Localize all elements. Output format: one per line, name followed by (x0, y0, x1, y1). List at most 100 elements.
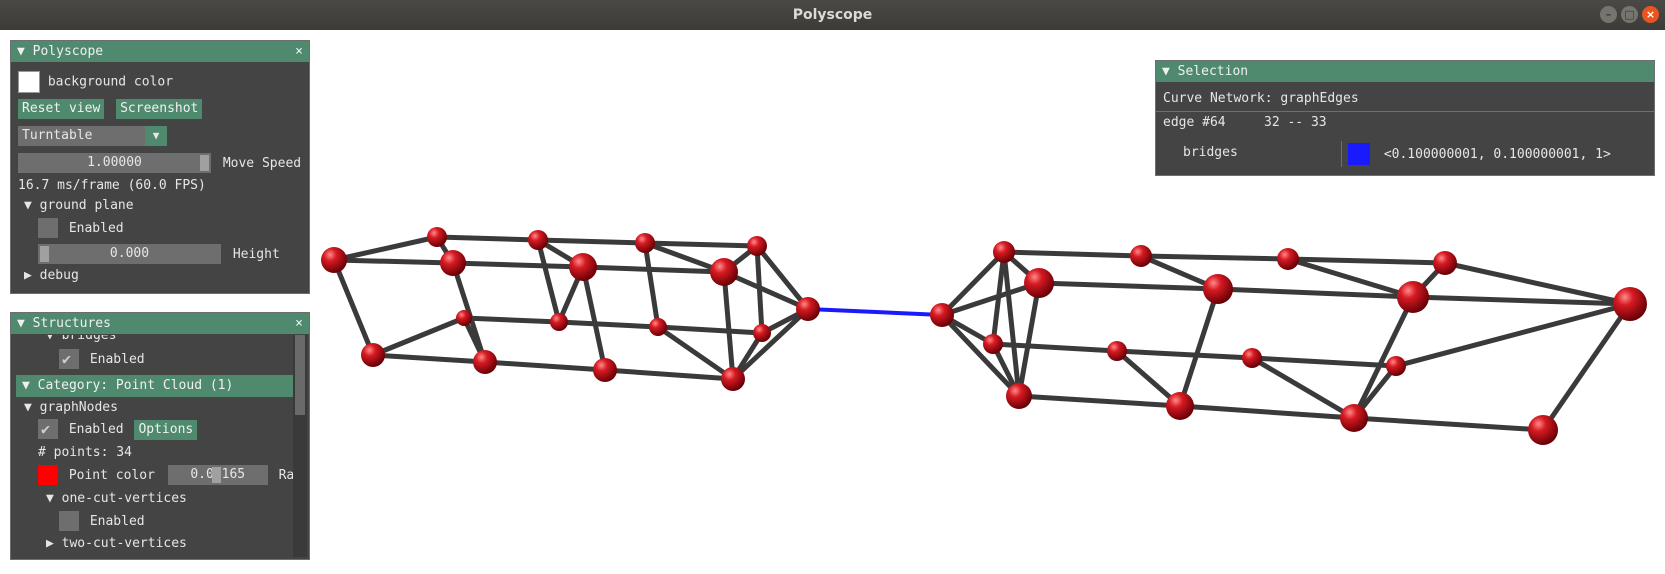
graph-edge[interactable] (730, 306, 811, 382)
graph-edge[interactable] (939, 312, 1022, 399)
graph-node[interactable] (1386, 356, 1406, 376)
maximize-icon[interactable]: □ (1621, 6, 1638, 23)
collapse-triangle-icon[interactable]: ▼ (24, 400, 32, 415)
graph-edge[interactable] (1249, 355, 1357, 421)
graph-edge[interactable] (580, 264, 727, 275)
screenshot-button[interactable]: Screenshot (116, 99, 203, 119)
graph-node[interactable] (321, 247, 347, 273)
bridges-enabled-checkbox[interactable] (59, 349, 79, 369)
structures-panel-header[interactable]: ▼ Structures × (11, 313, 309, 334)
slider-grab[interactable] (200, 155, 209, 171)
graph-nodes-node[interactable]: ▼ graphNodes (24, 400, 118, 415)
graph-edge[interactable] (721, 269, 736, 382)
graph-node[interactable] (930, 303, 954, 327)
graph-node[interactable] (550, 313, 568, 331)
collapse-triangle-icon[interactable]: ▼ (22, 378, 30, 393)
graph-node[interactable] (796, 297, 820, 321)
graph-node[interactable] (993, 241, 1015, 263)
one-cut-enabled-checkbox[interactable] (59, 511, 79, 531)
graph-node[interactable] (1433, 251, 1457, 275)
graph-node[interactable] (1024, 268, 1054, 298)
graph-edge[interactable] (1351, 294, 1416, 421)
collapse-triangle-icon[interactable]: ▼ (17, 44, 25, 59)
ground-height-slider[interactable]: 0.000 (38, 244, 221, 264)
graph-edge[interactable] (754, 243, 765, 336)
selection-panel-header[interactable]: ▼ Selection (1156, 61, 1654, 82)
graph-node[interactable] (1613, 287, 1647, 321)
graph-node[interactable] (456, 310, 472, 326)
graph-node[interactable] (528, 230, 548, 250)
graph-node[interactable] (1242, 348, 1262, 368)
graph-node[interactable] (983, 334, 1003, 354)
collapse-triangle-icon[interactable]: ▼ (46, 491, 54, 506)
graph-edge[interactable] (461, 315, 562, 325)
graph-edge[interactable] (1036, 280, 1221, 292)
graph-edge[interactable] (655, 324, 736, 382)
graph-node[interactable] (1203, 274, 1233, 304)
graph-node[interactable] (1340, 404, 1368, 432)
slider-grab[interactable] (40, 246, 49, 262)
move-speed-slider[interactable]: 1.00000 (18, 153, 211, 173)
graph-node[interactable] (1130, 245, 1152, 267)
graph-node[interactable] (747, 236, 767, 256)
graph-edge[interactable] (1016, 393, 1183, 409)
graph-edge[interactable] (1177, 286, 1221, 409)
graph-edge[interactable] (434, 234, 541, 243)
graph-edge[interactable] (1001, 249, 1144, 259)
graph-nodes-enabled-checkbox[interactable] (38, 419, 58, 439)
collapse-triangle-icon[interactable]: ▼ (24, 198, 32, 213)
reset-view-button[interactable]: Reset view (18, 99, 105, 119)
graph-edge[interactable] (1249, 355, 1399, 369)
graph-node[interactable] (753, 324, 771, 342)
graph-node[interactable] (569, 253, 597, 281)
graph-node[interactable] (1397, 281, 1429, 313)
collapse-triangle-icon[interactable]: ▼ (1162, 64, 1170, 79)
scrollbar-thumb[interactable] (295, 335, 305, 415)
view-mode-combo[interactable]: Turntable ▼ (18, 126, 167, 146)
graph-edge[interactable] (331, 257, 376, 358)
collapse-triangle-icon[interactable]: ▼ (17, 316, 25, 331)
graph-edge[interactable] (535, 237, 648, 246)
graph-edge[interactable] (1351, 415, 1546, 433)
graph-edge[interactable] (1114, 348, 1255, 361)
graph-edge[interactable] (1177, 403, 1357, 421)
expand-triangle-icon[interactable]: ▶ (24, 268, 32, 283)
graph-edge[interactable] (370, 315, 467, 358)
graph-edge[interactable] (1138, 253, 1291, 262)
graph-node[interactable] (1166, 392, 1194, 420)
debug-node[interactable]: ▶ debug (24, 268, 79, 283)
polyscope-panel-header[interactable]: ▼ Polyscope × (11, 41, 309, 62)
chevron-down-icon[interactable]: ▼ (145, 126, 167, 146)
one-cut-node[interactable]: ▼ one-cut-vertices (46, 491, 187, 506)
expand-triangle-icon[interactable]: ▶ (46, 536, 54, 551)
graph-node[interactable] (593, 358, 617, 382)
graph-node[interactable] (649, 318, 667, 336)
graph-node[interactable] (440, 250, 466, 276)
graph-edge[interactable] (331, 257, 456, 266)
close-icon[interactable]: × (295, 313, 303, 334)
graph-edge[interactable] (642, 240, 760, 249)
minimize-icon[interactable]: – (1600, 6, 1617, 23)
graph-edge[interactable] (642, 240, 661, 330)
background-color-swatch[interactable] (18, 71, 40, 93)
graph-node[interactable] (1528, 415, 1558, 445)
slider-grab[interactable] (211, 467, 221, 483)
category-header[interactable]: ▼ Category: Point Cloud (1) (16, 375, 293, 397)
graph-edge[interactable] (1016, 280, 1042, 399)
graph-edge[interactable] (1285, 256, 1448, 266)
graph-edge[interactable] (370, 352, 488, 365)
graph-edge[interactable] (331, 234, 440, 263)
graph-edge[interactable] (482, 359, 608, 373)
graph-edge[interactable] (655, 324, 765, 336)
close-icon[interactable]: × (295, 41, 303, 62)
graph-node[interactable] (427, 227, 447, 247)
ground-plane-node[interactable]: ▼ ground plane (24, 198, 134, 213)
graph-node[interactable] (1107, 341, 1127, 361)
close-icon[interactable]: × (1642, 6, 1659, 23)
graph-node[interactable] (473, 350, 497, 374)
bridge-edge[interactable] (806, 307, 944, 317)
options-button[interactable]: Options (134, 419, 198, 440)
collapse-triangle-icon[interactable]: ▼ (46, 335, 54, 343)
graph-edge[interactable] (450, 260, 586, 270)
graph-node[interactable] (361, 343, 385, 367)
